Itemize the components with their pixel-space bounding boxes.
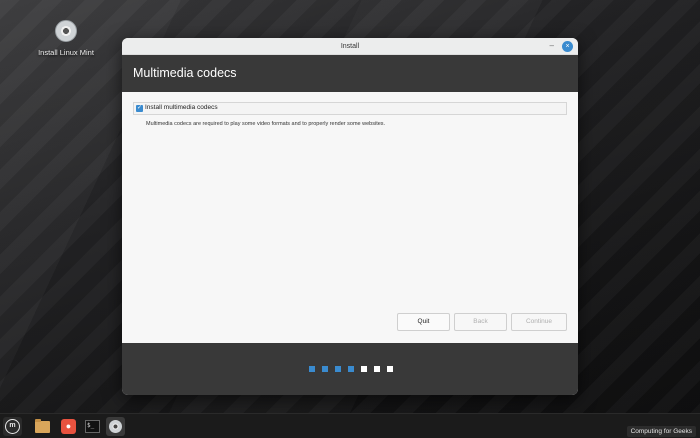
disc-icon xyxy=(55,20,77,42)
installer-taskbar-item[interactable] xyxy=(106,417,125,436)
firefox-icon: ● xyxy=(61,419,76,434)
terminal-launcher[interactable]: $_ xyxy=(83,417,102,436)
quit-button[interactable]: Quit xyxy=(397,313,450,331)
linux-mint-logo-icon: m xyxy=(5,419,20,434)
taskbar: m ● $_ Computing for Geeks xyxy=(0,413,700,438)
install-codecs-checkbox[interactable]: ✓ xyxy=(136,105,143,112)
window-title: Install xyxy=(340,43,360,50)
install-codecs-label[interactable]: Install multimedia codecs xyxy=(145,104,218,111)
install-codecs-checkbox-row[interactable]: ✓ Install multimedia codecs xyxy=(133,102,567,115)
firefox-launcher[interactable]: ● xyxy=(59,417,78,436)
installer-window: Install – × Multimedia codecs ✓ Install … xyxy=(122,38,578,395)
progress-dot-done xyxy=(335,366,341,372)
desktop-icon-label: Install Linux Mint xyxy=(38,48,94,57)
progress-dot-pending xyxy=(387,366,393,372)
codecs-description: Multimedia codecs are required to play s… xyxy=(146,121,386,127)
close-icon[interactable]: × xyxy=(562,41,573,52)
page-content: ✓ Install multimedia codecs Multimedia c… xyxy=(122,93,578,343)
tray-watermark-text: Computing for Geeks xyxy=(626,426,696,437)
progress-footer xyxy=(122,343,578,395)
progress-indicator xyxy=(309,366,400,372)
minimize-icon[interactable]: – xyxy=(550,41,554,51)
folder-icon xyxy=(35,419,50,433)
files-launcher[interactable] xyxy=(33,417,52,436)
continue-button[interactable]: Continue xyxy=(511,313,567,331)
progress-dot-pending xyxy=(361,366,367,372)
disc-icon xyxy=(109,420,122,433)
window-titlebar[interactable]: Install – × xyxy=(122,38,578,55)
desktop-icon-install-linux-mint[interactable]: Install Linux Mint xyxy=(30,20,102,57)
progress-dot-pending xyxy=(374,366,380,372)
progress-dot-done xyxy=(309,366,315,372)
terminal-icon: $_ xyxy=(85,420,100,433)
page-header: Multimedia codecs xyxy=(122,55,578,92)
menu-button[interactable]: m xyxy=(3,417,22,436)
back-button[interactable]: Back xyxy=(454,313,507,331)
system-tray[interactable]: Computing for Geeks xyxy=(626,420,696,437)
page-title: Multimedia codecs xyxy=(133,66,237,80)
progress-dot-done xyxy=(348,366,354,372)
progress-dot-done xyxy=(322,366,328,372)
